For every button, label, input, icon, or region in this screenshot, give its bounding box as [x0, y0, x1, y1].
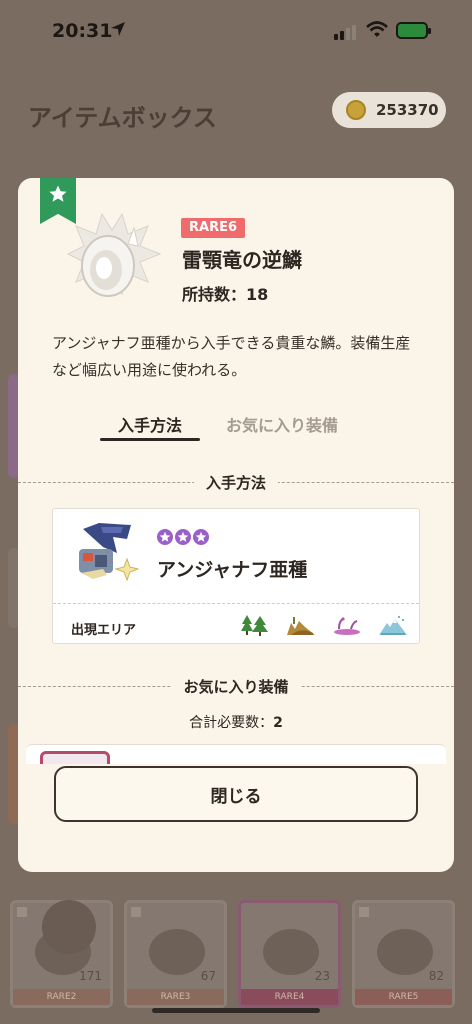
- item-count: 23: [314, 969, 330, 983]
- rarity-strip: RARE5: [355, 989, 452, 1005]
- close-button[interactable]: 閉じる: [54, 766, 418, 822]
- item-count: 171: [79, 969, 102, 983]
- item-count: 67: [200, 969, 216, 983]
- tab-favorite-equipment[interactable]: お気に入り装備: [226, 412, 338, 436]
- location-arrow-icon: [111, 22, 125, 36]
- item-card[interactable]: 82 RARE5: [352, 900, 455, 1008]
- total-required-value: 2: [273, 715, 283, 731]
- rarity-strip: RARE4: [241, 989, 338, 1005]
- total-required-label: 合計必要数：: [189, 715, 274, 731]
- section-title: 入手方法: [193, 472, 279, 493]
- wifi-icon: [366, 21, 388, 37]
- favorite-equipment-list[interactable]: [26, 744, 446, 764]
- desert-icon: [287, 617, 315, 635]
- total-required: 合計必要数：2: [18, 712, 454, 732]
- habitat-icons: [241, 613, 407, 637]
- item-thumbnail: [149, 929, 205, 975]
- item-thumbnail: [263, 929, 319, 975]
- rarity-badge: RARE6: [181, 218, 246, 238]
- screen-title: アイテムボックス: [28, 104, 217, 132]
- home-indicator: [152, 1008, 320, 1013]
- tab-acquisition[interactable]: 入手方法: [98, 412, 202, 436]
- monster-icon: [75, 521, 139, 583]
- volcano-icon: [379, 616, 407, 635]
- star-icon: [157, 529, 173, 545]
- rarity-strip: RARE2: [13, 989, 110, 1005]
- monster-name: アンジャナフ亜種: [157, 559, 308, 581]
- forest-icon: [241, 615, 268, 636]
- rarity-strip: RARE3: [127, 989, 224, 1005]
- item-description: アンジャナフ亜種から入手できる貴重な鱗。装備生産など幅広い用途に使われる。: [52, 334, 411, 379]
- star-icon: [49, 185, 67, 202]
- rarity-stars: [157, 529, 209, 545]
- star-icon: [359, 907, 369, 917]
- item-card[interactable]: 23 RARE4: [238, 900, 341, 1008]
- cellular-signal-icon: [334, 25, 356, 40]
- monster-card[interactable]: アンジャナフ亜種 出現エリア: [52, 508, 420, 644]
- item-detail-modal: RARE6 雷顎竜の逆鱗 所持数：18 アンジャナフ亜種から入手できる貴重な鱗。…: [18, 178, 454, 872]
- reverse-scale-icon: [66, 212, 162, 297]
- coin-icon: [346, 100, 366, 120]
- item-thumbnail: [377, 929, 433, 975]
- battery-icon: [396, 22, 431, 39]
- owned-count: 所持数：18: [182, 281, 268, 305]
- star-icon: [193, 529, 209, 545]
- item-count: 82: [428, 969, 444, 983]
- divider-line: [53, 603, 419, 604]
- section-header-favorites: お気に入り装備: [18, 676, 454, 697]
- item-card[interactable]: 67 RARE3: [124, 900, 227, 1008]
- swamp-icon: [334, 617, 360, 635]
- star-icon: [175, 529, 191, 545]
- star-icon: [17, 907, 27, 917]
- status-bar: 20:31: [0, 0, 472, 60]
- equipment-thumbnail: [40, 751, 110, 764]
- star-icon: [131, 907, 141, 917]
- coin-balance: 253370: [332, 92, 446, 128]
- area-label: 出現エリア: [71, 623, 137, 638]
- detail-tabs: 入手方法 お気に入り装備: [98, 406, 398, 442]
- coin-value: 253370: [376, 101, 439, 119]
- section-header-acquisition: 入手方法: [18, 472, 454, 493]
- owned-count-value: 18: [246, 285, 269, 304]
- owned-count-label: 所持数：: [182, 285, 247, 304]
- section-title: お気に入り装備: [171, 676, 301, 697]
- item-name: 雷顎竜の逆鱗: [182, 248, 302, 272]
- status-time: 20:31: [52, 20, 113, 42]
- back-button[interactable]: [42, 900, 96, 954]
- active-tab-indicator: [100, 438, 200, 441]
